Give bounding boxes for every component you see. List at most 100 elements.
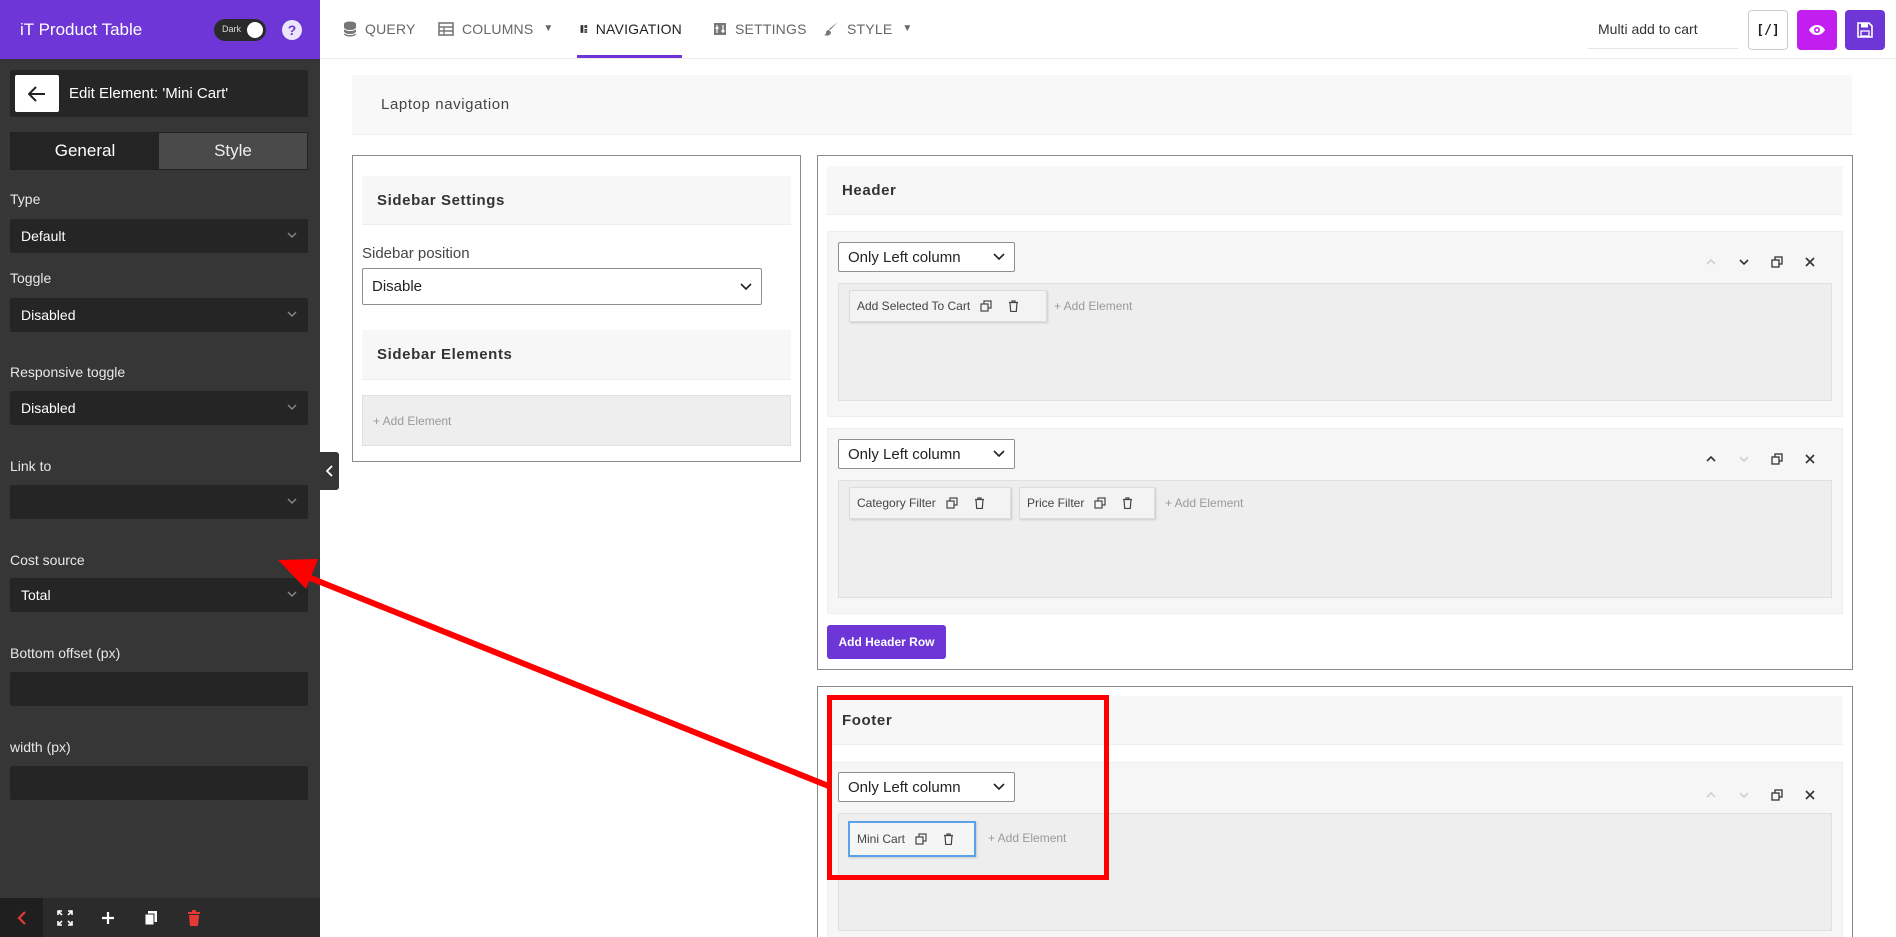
duplicate-element-button[interactable] <box>946 497 958 509</box>
sidebar-footer <box>0 898 320 937</box>
close-icon <box>1804 454 1815 464</box>
element-chip-label: Add Selected To Cart <box>857 299 971 313</box>
nav-settings-label: SETTINGS <box>735 20 807 37</box>
sidebar-top-bar: iT Product Table Dark ? <box>0 0 320 59</box>
type-value: Default <box>21 228 66 244</box>
table-icon <box>438 21 454 36</box>
add-element-link[interactable]: + Add Element <box>1165 496 1243 510</box>
help-icon[interactable]: ? <box>282 19 302 40</box>
add-element-link[interactable]: + Add Element <box>988 831 1066 845</box>
duplicate-button[interactable] <box>129 898 172 937</box>
duplicate-element-button[interactable] <box>915 833 927 845</box>
responsive-toggle-select[interactable]: Disabled <box>10 391 308 425</box>
add-header-row-button[interactable]: Add Header Row <box>827 625 946 659</box>
copy-icon <box>1094 497 1106 509</box>
nav-navigation[interactable]: NAVIGATION <box>577 0 682 58</box>
collapse-panel-button[interactable] <box>0 898 43 937</box>
toggle-select[interactable]: Disabled <box>10 298 308 332</box>
add-button[interactable] <box>86 898 129 937</box>
header-row-2-layout-select[interactable]: Only Left column <box>838 439 1015 469</box>
dark-mode-toggle[interactable]: Dark <box>214 18 266 41</box>
duplicate-row-button[interactable] <box>1760 256 1793 268</box>
copy-icon <box>946 497 958 509</box>
header-row-1-layout-select[interactable]: Only Left column <box>838 242 1015 272</box>
tab-style[interactable]: Style <box>159 133 307 169</box>
link-to-label: Link to <box>10 458 52 474</box>
layout-value: Only Left column <box>848 248 961 266</box>
footer-row-1-drop-area[interactable]: Mini Cart + Add Element <box>838 813 1832 931</box>
sidebar-position-label: Sidebar position <box>362 245 470 262</box>
dropdown-caret-icon: ▼ <box>543 23 554 34</box>
element-chip-mini-cart[interactable]: Mini Cart <box>848 821 976 857</box>
layout-value: Only Left column <box>848 778 961 796</box>
chevron-down-icon <box>993 253 1005 261</box>
sidebar-elements-drop-area[interactable]: + Add Element <box>362 395 791 446</box>
preset-select[interactable]: Multi add to cart <box>1588 10 1738 49</box>
duplicate-row-button[interactable] <box>1760 789 1793 801</box>
copy-icon <box>1770 789 1783 801</box>
copy-icon <box>915 833 927 845</box>
nav-navigation-label: NAVIGATION <box>595 21 682 37</box>
cost-source-select[interactable]: Total <box>10 578 308 612</box>
move-up-button[interactable] <box>1694 259 1727 265</box>
delete-element-button[interactable] <box>1122 497 1133 509</box>
duplicate-element-button[interactable] <box>980 300 992 312</box>
move-up-button[interactable] <box>1694 792 1727 798</box>
delete-element-button[interactable] <box>974 497 985 509</box>
copy-icon <box>144 910 157 925</box>
sidebar-position-select[interactable]: Disable <box>362 268 762 305</box>
header-row-1-drop-area[interactable]: Add Selected To Cart + Add Element <box>838 283 1832 401</box>
remove-row-button[interactable] <box>1793 257 1826 267</box>
move-down-button[interactable] <box>1727 792 1760 798</box>
fullscreen-icon <box>56 909 73 926</box>
add-element-link[interactable]: + Add Element <box>373 414 451 428</box>
element-chip-category-filter[interactable]: Category Filter <box>849 487 1011 519</box>
chevron-up-icon <box>1705 259 1716 265</box>
chevron-down-icon <box>287 498 297 504</box>
back-button[interactable] <box>15 75 59 112</box>
chevron-down-icon <box>287 404 297 410</box>
element-chip-add-selected-to-cart[interactable]: Add Selected To Cart <box>849 290 1047 322</box>
chevron-down-icon <box>287 591 297 597</box>
chevron-left-icon <box>325 465 333 477</box>
type-select[interactable]: Default <box>10 219 308 253</box>
nav-settings[interactable]: SETTINGS <box>713 0 807 57</box>
save-icon <box>1857 22 1873 38</box>
preview-button[interactable] <box>1797 10 1837 50</box>
duplicate-row-button[interactable] <box>1760 453 1793 465</box>
fullscreen-button[interactable] <box>43 898 86 937</box>
width-input[interactable] <box>10 766 308 800</box>
save-button[interactable] <box>1845 10 1885 50</box>
chevron-up-icon <box>1705 456 1716 462</box>
footer-row-1-layout-select[interactable]: Only Left column <box>838 772 1015 802</box>
bottom-offset-input[interactable] <box>10 672 308 706</box>
delete-element-button[interactable] <box>943 833 954 845</box>
chevron-down-icon <box>740 282 752 290</box>
remove-row-button[interactable] <box>1793 790 1826 800</box>
sidebar-collapse-handle[interactable] <box>320 452 339 490</box>
close-icon <box>1804 257 1815 267</box>
link-to-select[interactable] <box>10 485 308 519</box>
element-chip-price-filter[interactable]: Price Filter <box>1019 487 1155 519</box>
editor-sidebar: iT Product Table Dark ? Edit Element: 'M… <box>0 0 320 937</box>
tab-general[interactable]: General <box>11 133 159 169</box>
move-down-button[interactable] <box>1727 259 1760 265</box>
footer-row-1-controls <box>1694 789 1826 801</box>
remove-row-button[interactable] <box>1793 454 1826 464</box>
trash-icon <box>1123 497 1133 509</box>
add-element-link[interactable]: + Add Element <box>1054 299 1132 313</box>
nav-style[interactable]: STYLE ▼ <box>823 0 912 57</box>
brand-title: iT Product Table <box>20 19 143 39</box>
header-row-2-drop-area[interactable]: Category Filter Price Filter + Add Eleme… <box>838 480 1832 598</box>
cost-source-label: Cost source <box>10 552 85 568</box>
duplicate-element-button[interactable] <box>1094 497 1106 509</box>
move-up-button[interactable] <box>1694 456 1727 462</box>
delete-button[interactable] <box>172 898 215 937</box>
edit-element-header: Edit Element: 'Mini Cart' <box>10 70 308 117</box>
shortcode-button[interactable]: [/] <box>1748 10 1788 50</box>
nav-query[interactable]: QUERY <box>343 0 416 57</box>
move-down-button[interactable] <box>1727 456 1760 462</box>
delete-element-button[interactable] <box>1008 300 1019 312</box>
toggle-label: Toggle <box>10 270 52 286</box>
nav-columns[interactable]: COLUMNS ▼ <box>438 0 554 57</box>
